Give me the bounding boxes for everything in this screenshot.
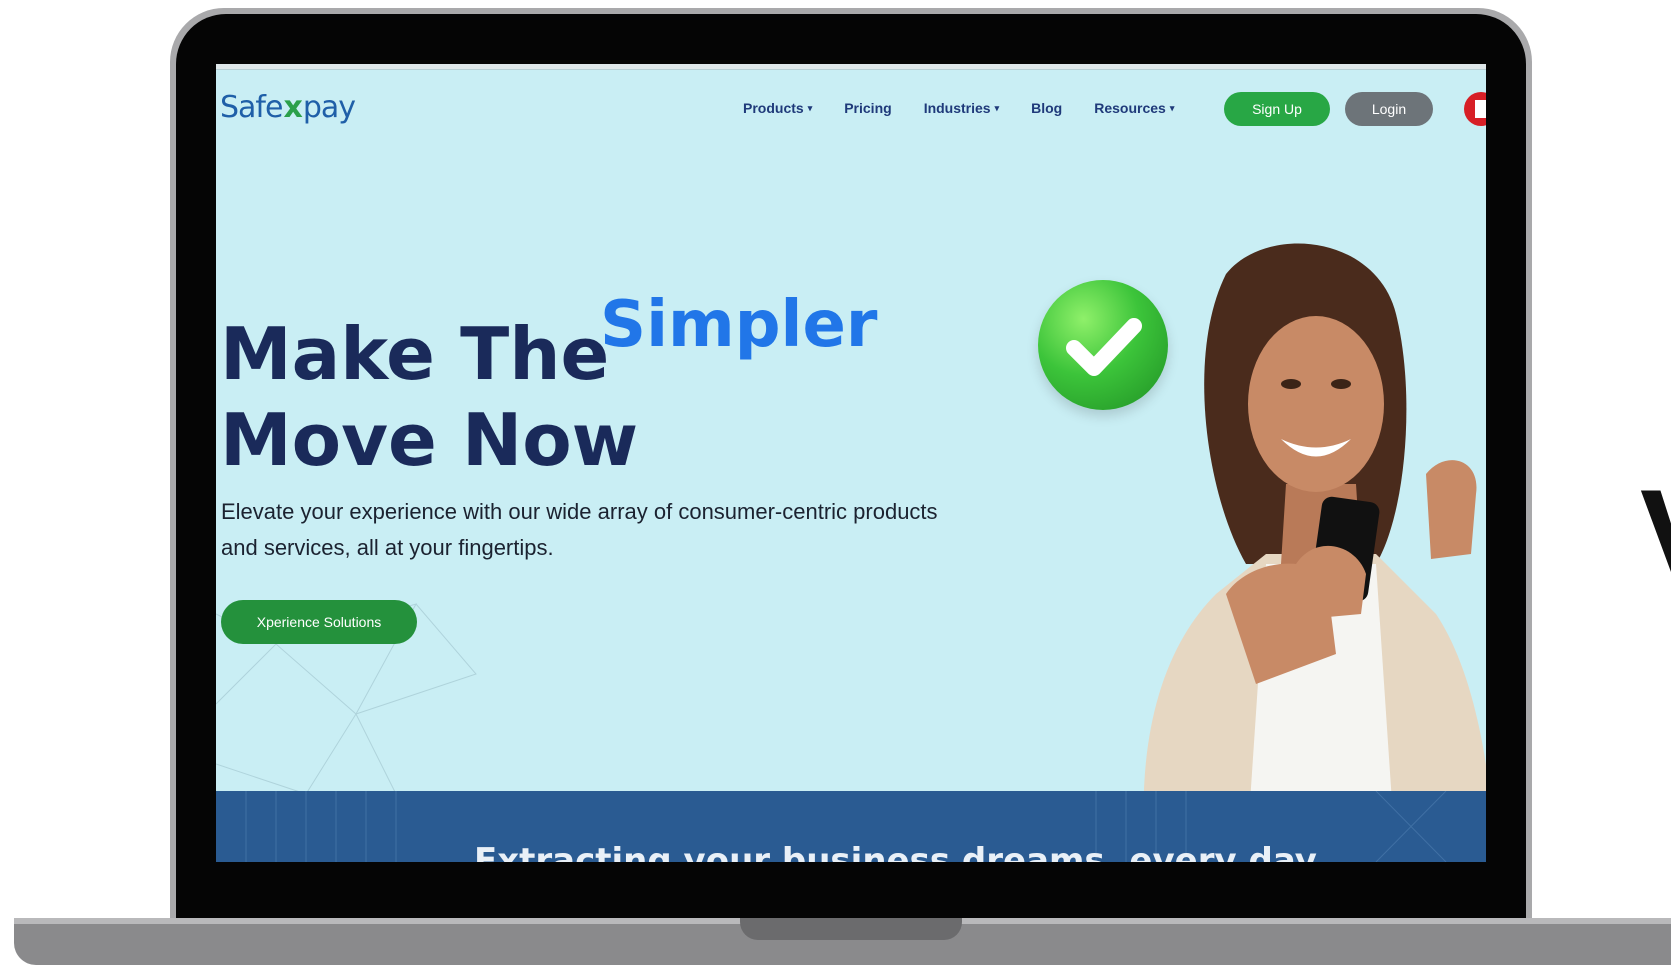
hero-description: Elevate your experience with our wide ar… (221, 499, 938, 560)
nav-item-label: Blog (1031, 100, 1063, 116)
main-nav: Products ▾ Pricing Industries ▾ Blog Res… (743, 100, 1206, 116)
chevron-down-icon: ▾ (1169, 102, 1175, 113)
nav-item-blog[interactable]: Blog (1031, 100, 1062, 116)
laptop-notch (740, 918, 962, 940)
nav-item-label: Products (743, 100, 804, 116)
nav-item-label: Pricing (844, 100, 892, 116)
nav-item-pricing[interactable]: Pricing (844, 100, 891, 116)
nav-item-resources[interactable]: Resources ▾ (1094, 100, 1174, 116)
signup-button[interactable]: Sign Up (1224, 92, 1330, 126)
logo-x-mark: x (283, 90, 302, 125)
bottom-band: Extracting your business dreams, every d… (216, 791, 1486, 862)
hero-title-line1: Make The (220, 312, 610, 396)
hero-title-accent: Simpler (600, 288, 878, 362)
side-decoration: V (1640, 480, 1671, 590)
logo[interactable]: Safe x pay (220, 90, 356, 125)
nav-item-label: Industries (923, 100, 991, 116)
nav-item-industries[interactable]: Industries ▾ (924, 100, 999, 116)
logo-text-left: Safe (220, 90, 283, 125)
chevron-down-icon: ▾ (807, 102, 813, 113)
nav-item-products[interactable]: Products ▾ (743, 100, 812, 116)
nav-item-label: Resources (1094, 100, 1166, 116)
band-headline: Extracting your business dreams, every d… (474, 841, 1317, 862)
uae-flag-icon[interactable] (1464, 92, 1486, 126)
browser-strip (216, 64, 1486, 70)
woman-with-phone-image (1143, 243, 1486, 862)
xperience-solutions-button[interactable]: Xperience Solutions (221, 600, 417, 644)
chevron-down-icon: ▾ (994, 102, 1000, 113)
screen: Safe x pay Products ▾ Pricing Industries ▾… (216, 64, 1486, 862)
hero-title-line2: Move Now (220, 398, 639, 482)
login-button[interactable]: Login (1345, 92, 1433, 126)
logo-text-right: pay (302, 90, 356, 125)
